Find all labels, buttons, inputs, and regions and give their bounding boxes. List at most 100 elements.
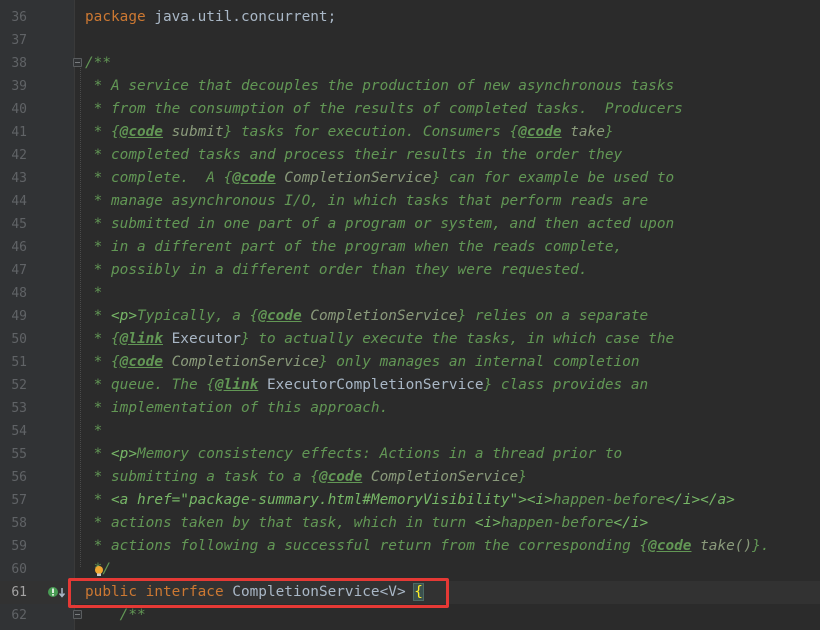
token-cm: * implementation of this approach. [85, 400, 389, 416]
code-line[interactable]: 57 * <a href="package-summary.html#Memor… [0, 489, 820, 512]
code-text[interactable]: * possibly in a different order than the… [85, 259, 588, 282]
token-cm: * complete. A { [85, 170, 233, 186]
token-cm: * actions following a successful return … [85, 538, 649, 554]
highlight-annotation [68, 578, 449, 608]
fold-icon[interactable] [73, 58, 82, 67]
token-cm: * submitted in one part of a program or … [85, 216, 675, 232]
line-number[interactable]: 55 [0, 443, 27, 466]
line-number[interactable]: 60 [0, 558, 27, 581]
line-number[interactable]: 57 [0, 489, 27, 512]
code-text[interactable]: * {@link Executor} to actually execute t… [85, 328, 675, 351]
token-cm: * [85, 308, 111, 324]
code-line[interactable]: 36 package java.util.concurrent; [0, 6, 820, 29]
code-text[interactable]: package java.util.concurrent; [85, 6, 336, 29]
line-number[interactable]: 48 [0, 282, 27, 305]
code-line[interactable]: 44 * manage asynchronous I/O, in which t… [0, 190, 820, 213]
line-number[interactable]: 51 [0, 351, 27, 374]
code-line[interactable]: 50 * {@link Executor} to actually execut… [0, 328, 820, 351]
code-line[interactable]: 53 * implementation of this approach. [0, 397, 820, 420]
code-text[interactable]: * actions taken by that task, which in t… [85, 512, 649, 535]
code-text[interactable]: * <a href="package-summary.html#MemoryVi… [85, 489, 735, 512]
line-number[interactable]: 53 [0, 397, 27, 420]
code-text[interactable]: * actions following a successful return … [85, 535, 770, 558]
token-html-tag: <i> [474, 515, 501, 531]
code-line[interactable]: 48 * [0, 282, 820, 305]
code-line[interactable]: 54 * [0, 420, 820, 443]
line-number[interactable]: 62 [0, 604, 27, 627]
code-text[interactable]: * A service that decouples the productio… [85, 75, 675, 98]
line-number[interactable]: 43 [0, 167, 27, 190]
code-line[interactable]: 59 * actions following a successful retu… [0, 535, 820, 558]
code-text[interactable]: * manage asynchronous I/O, in which task… [85, 190, 649, 213]
token-tg: @code [318, 469, 363, 485]
code-text[interactable]: * {@code CompletionService} only manages… [85, 351, 640, 374]
code-line[interactable]: 38 /** [0, 52, 820, 75]
token-tg: @code [119, 354, 163, 370]
line-number[interactable]: 52 [0, 374, 27, 397]
line-number[interactable]: 41 [0, 121, 27, 144]
line-number[interactable]: 45 [0, 213, 27, 236]
line-number[interactable]: 47 [0, 259, 27, 282]
code-text[interactable]: * implementation of this approach. [85, 397, 389, 420]
token-cm: * [85, 446, 111, 462]
line-number[interactable]: 58 [0, 512, 27, 535]
token-ref: CompletionService [162, 354, 319, 370]
code-line[interactable]: 56 * submitting a task to a {@code Compl… [0, 466, 820, 489]
code-line[interactable]: 42 * completed tasks and process their r… [0, 144, 820, 167]
token-cm: } relies on a separate [457, 308, 649, 324]
token-tg: @link [214, 377, 259, 393]
code-line[interactable]: 41 * {@code submit} tasks for execution.… [0, 121, 820, 144]
line-number[interactable]: 42 [0, 144, 27, 167]
code-text[interactable]: * completed tasks and process their resu… [85, 144, 623, 167]
code-line[interactable]: 55 * <p>Memory consistency effects: Acti… [0, 443, 820, 466]
token-html-tag: </i> [613, 515, 649, 531]
token-cm: Typically, a { [137, 308, 259, 324]
code-text[interactable]: * <p>Memory consistency effects: Actions… [85, 443, 623, 466]
line-number[interactable]: 54 [0, 420, 27, 443]
line-number[interactable]: 61 [0, 581, 27, 604]
code-line[interactable]: 40 * from the consumption of the results… [0, 98, 820, 121]
line-number[interactable]: 59 [0, 535, 27, 558]
token-ref: CompletionService [301, 308, 458, 324]
code-text[interactable]: * [85, 282, 103, 305]
line-number[interactable]: 37 [0, 29, 27, 52]
token-cm: Memory consistency effects: Actions in a… [137, 446, 623, 462]
fold-icon[interactable] [73, 610, 82, 619]
code-text[interactable]: * [85, 420, 103, 443]
line-number[interactable]: 40 [0, 98, 27, 121]
token-cm: } [518, 469, 527, 485]
line-number[interactable]: 46 [0, 236, 27, 259]
code-text[interactable]: * <p>Typically, a {@code CompletionServi… [85, 305, 649, 328]
code-line[interactable]: 43 * complete. A {@code CompletionServic… [0, 167, 820, 190]
code-line[interactable]: 46 * in a different part of the program … [0, 236, 820, 259]
code-line[interactable]: 47 * possibly in a different order than … [0, 259, 820, 282]
code-text[interactable]: * submitted in one part of a program or … [85, 213, 675, 236]
code-line[interactable]: 51 * {@code CompletionService} only mana… [0, 351, 820, 374]
token-cm: /** [85, 55, 111, 71]
line-number[interactable]: 50 [0, 328, 27, 351]
code-line[interactable]: 45 * submitted in one part of a program … [0, 213, 820, 236]
token-cm: * submitting a task to a { [85, 469, 319, 485]
code-text[interactable]: * in a different part of the program whe… [85, 236, 623, 259]
code-line[interactable]: 52 * queue. The {@link ExecutorCompletio… [0, 374, 820, 397]
line-number[interactable]: 56 [0, 466, 27, 489]
line-number[interactable]: 49 [0, 305, 27, 328]
bulb-icon[interactable] [93, 565, 105, 577]
line-number[interactable]: 44 [0, 190, 27, 213]
code-text[interactable]: * {@code submit} tasks for execution. Co… [85, 121, 614, 144]
code-text[interactable]: * queue. The {@link ExecutorCompletionSe… [85, 374, 649, 397]
code-text[interactable]: /** [85, 52, 111, 75]
code-line[interactable]: 37 [0, 29, 820, 52]
code-text[interactable]: * complete. A {@code CompletionService} … [85, 167, 675, 190]
line-number[interactable]: 39 [0, 75, 27, 98]
line-number[interactable]: 38 [0, 52, 27, 75]
token-ident: java.util.concurrent; [145, 9, 337, 25]
code-line[interactable]: 49 * <p>Typically, a {@code CompletionSe… [0, 305, 820, 328]
implemented-icon[interactable] [47, 586, 67, 600]
code-text[interactable]: * from the consumption of the results of… [85, 98, 683, 121]
code-text[interactable]: * submitting a task to a {@code Completi… [85, 466, 527, 489]
line-number[interactable]: 36 [0, 6, 27, 29]
code-line[interactable]: 58 * actions taken by that task, which i… [0, 512, 820, 535]
token-cm: happen-before [500, 515, 614, 531]
code-line[interactable]: 39 * A service that decouples the produc… [0, 75, 820, 98]
